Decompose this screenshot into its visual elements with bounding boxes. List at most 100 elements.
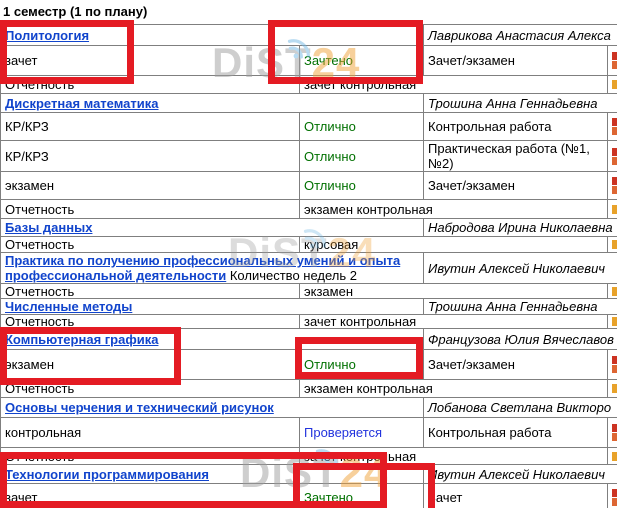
table-row-report: Отчетностьэкзамен контрольная [1, 200, 617, 219]
teacher-name: Трошина Анна Геннадьевна [424, 94, 617, 113]
teacher-name: Ивутин Алексей Николаевич [424, 465, 617, 484]
grade-label-cell: КР/КРЗ [1, 113, 300, 141]
table-row-course: Технологии программирования Ивутин Алексе… [1, 465, 617, 484]
edge-fragment [612, 240, 617, 249]
edge-cut-cell [608, 237, 617, 253]
course-link[interactable]: Базы данных [5, 220, 92, 235]
course-link[interactable]: Технологии программирования [5, 467, 209, 482]
course-link[interactable]: Политология [5, 28, 89, 43]
report-label-cell: Отчетность [1, 315, 300, 329]
grade-kind-cell: Контрольная работа [424, 418, 608, 448]
edge-fragment [612, 148, 617, 156]
grade-kind-cell: Зачет/экзамен [424, 172, 608, 200]
teacher-name: Лаврикова Анастасия Алекса [424, 25, 617, 46]
edge-fragment [612, 157, 617, 165]
teacher-name: Набродова Ирина Николаевна [424, 219, 617, 237]
grade-label-cell: экзамен [1, 350, 300, 380]
report-value-cell: зачет контрольная [300, 315, 608, 329]
course-title-cell: Основы черчения и технический рисунок [1, 398, 424, 418]
edge-fragment [612, 52, 617, 60]
edge-fragment [612, 177, 617, 185]
edge-fragment [612, 61, 617, 69]
table-row-report: Отчетностьэкзамен [1, 284, 617, 299]
edge-fragment [612, 384, 617, 393]
teacher-name: Лобанова Светлана Викторо [424, 398, 617, 418]
edge-cut-cell [608, 380, 617, 398]
table-row-report: Отчетностьзачет контрольная [1, 448, 617, 465]
course-title-cell: Численные методы [1, 299, 424, 315]
teacher-name: Ивутин Алексей Николаевич [424, 253, 617, 284]
grade-value-cell: Отлично [300, 172, 424, 200]
table-row-grade: контрольная Проверяется Контрольная работа [1, 418, 617, 448]
course-link[interactable]: Компьютерная графика [5, 332, 158, 347]
grade-label-cell: контрольная [1, 418, 300, 448]
table-row-grade: КР/КРЗОтличноПрактическая работа (№1, №2… [1, 141, 617, 172]
table-row-course: Базы данных Набродова Ирина Николаевна [1, 219, 617, 237]
edge-fragment [612, 118, 617, 126]
semester-gradebook-screen: 1 семестр (1 по плану) Политология Лаврик… [0, 0, 617, 508]
grade-value-cell: Зачтено [300, 46, 424, 76]
edge-fragment [612, 127, 617, 135]
edge-cut-cell [608, 315, 617, 329]
report-value-cell: экзамен контрольная [300, 200, 608, 219]
edge-cut-cell [608, 141, 617, 172]
table-row-grade: КР/КРЗОтличноКонтрольная работа [1, 113, 617, 141]
grade-value-cell: Отлично [300, 141, 424, 172]
grade-label-cell: зачет [1, 46, 300, 76]
table-row-course: Компьютерная графикаФранцузова Юлия Вяче… [1, 329, 617, 350]
course-title-cell: Технологии программирования [1, 465, 424, 484]
report-label-cell: Отчетность [1, 448, 300, 465]
course-weeks-label: Количество недель 2 [226, 268, 357, 283]
course-title-cell: Практика по получению профессиональных у… [1, 253, 424, 284]
page-title: 1 семестр (1 по плану) [0, 0, 617, 24]
grade-value: Зачтено [304, 490, 353, 505]
course-link[interactable]: Дискретная математика [5, 96, 159, 111]
table-row-course: Политология Лаврикова Анастасия Алекса [1, 25, 617, 46]
grade-value: Проверяется [304, 425, 382, 440]
grade-kind-cell: Контрольная работа [424, 113, 608, 141]
grade-value: Отлично [304, 178, 356, 193]
table-row-report: Отчетностькурсовая [1, 237, 617, 253]
grade-label-cell: КР/КРЗ [1, 141, 300, 172]
course-title-cell: Дискретная математика [1, 94, 424, 113]
grade-value: Отлично [304, 149, 356, 164]
table-row-grade: зачетЗачтеноЗачет/экзамен [1, 46, 617, 76]
grade-value-cell: Зачтено [300, 484, 424, 508]
course-link[interactable]: Численные методы [5, 299, 132, 314]
edge-cut-cell [608, 46, 617, 76]
edge-cut-cell [608, 284, 617, 299]
edge-cut-cell [608, 448, 617, 465]
table-row-report: Отчетностьзачет контрольная [1, 76, 617, 94]
grade-label-cell: зачет [1, 484, 300, 508]
grade-value-cell: Отлично [300, 113, 424, 141]
report-value-cell: зачет контрольная [300, 76, 608, 94]
edge-cut-cell [608, 418, 617, 448]
grade-value-cell: Проверяется [300, 418, 424, 448]
edge-cut-cell [608, 76, 617, 94]
report-label-cell: Отчетность [1, 284, 300, 299]
report-label-cell: Отчетность [1, 237, 300, 253]
report-label-cell: Отчетность [1, 380, 300, 398]
table-row-course: Практика по получению профессиональных у… [1, 253, 617, 284]
grade-value: Отлично [304, 357, 356, 372]
edge-fragment [612, 489, 617, 497]
teacher-name: Трошина Анна Геннадьевна [424, 299, 617, 315]
edge-cut-cell [608, 172, 617, 200]
grades-table: Политология Лаврикова Анастасия Алекса зач… [0, 24, 617, 508]
edge-fragment [612, 80, 617, 89]
edge-cut-cell [608, 113, 617, 141]
table-row-grade: зачетЗачтеноЗачет [1, 484, 617, 508]
edge-fragment [612, 317, 617, 326]
edge-fragment [612, 356, 617, 364]
report-label-cell: Отчетность [1, 200, 300, 219]
edge-fragment [612, 433, 617, 441]
edge-fragment [612, 186, 617, 194]
edge-fragment [612, 205, 617, 214]
course-link[interactable]: Основы черчения и технический рисунок [5, 400, 274, 415]
edge-fragment [612, 365, 617, 373]
course-title-cell: Базы данных [1, 219, 424, 237]
edge-fragment [612, 424, 617, 432]
table-row-course: Численные методы Трошина Анна Геннадьевна [1, 299, 617, 315]
grade-value: Зачтено [304, 53, 353, 68]
table-row-grade: экзаменОтличноЗачет/экзамен [1, 350, 617, 380]
